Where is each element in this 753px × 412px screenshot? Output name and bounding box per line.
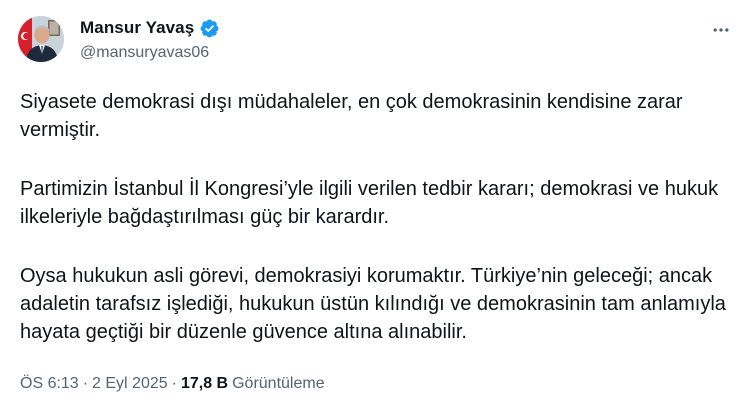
tweet-paragraph: Partimizin İstanbul İl Kongresi’yle ilgi…	[20, 178, 719, 228]
author-name-row: Mansur Yavaş	[80, 16, 220, 40]
tweet-date[interactable]: 2 Eyl 2025	[92, 375, 168, 393]
author-handle[interactable]: @mansuryavas06	[80, 44, 209, 62]
author-display-name[interactable]: Mansur Yavaş	[80, 18, 194, 38]
more-options-button[interactable]	[707, 16, 735, 44]
tweet-paragraph: Siyasete demokrasi dışı müdahaleler, en …	[20, 91, 683, 141]
meta-separator: ·	[82, 375, 89, 392]
meta-separator: ·	[171, 375, 177, 392]
tweet-card: Mansur Yavaş @mansuryavas06 Siyasete dem…	[0, 0, 753, 412]
tweet-time[interactable]: ÖS 6:13	[20, 375, 79, 393]
more-horizontal-icon	[713, 28, 729, 32]
views-label: Görüntüleme	[232, 375, 325, 392]
verified-badge-icon[interactable]	[199, 18, 220, 39]
views-count[interactable]: 17,8 B	[181, 375, 228, 393]
tweet-text: Siyasete demokrasi dışı müdahaleler, en …	[20, 88, 735, 346]
tweet-meta: ÖS 6:13 · 2 Eyl 2025 · 17,8 B Görüntülem…	[20, 375, 325, 393]
avatar[interactable]	[18, 16, 64, 62]
tweet-paragraph: Oysa hukukun asli görevi, demokrasiyi ko…	[20, 265, 726, 343]
profile-photo-icon	[18, 16, 64, 62]
